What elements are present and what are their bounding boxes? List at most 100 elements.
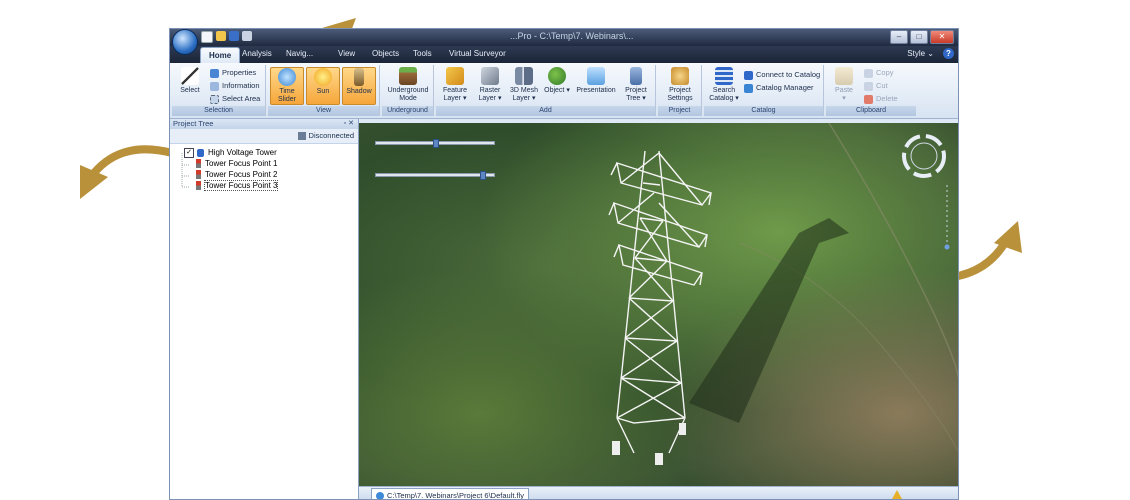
tab-home[interactable]: Home bbox=[200, 47, 241, 63]
raster-layer-button[interactable]: Raster Layer ▾ bbox=[475, 67, 505, 105]
window-title: ...Pro - C:\Temp\7. Webinars\... bbox=[510, 31, 634, 41]
properties-button[interactable]: Properties bbox=[210, 67, 256, 79]
catalog-manager-button[interactable]: Catalog Manager bbox=[744, 82, 814, 94]
open-folder-icon[interactable] bbox=[216, 31, 226, 41]
3d-viewport[interactable] bbox=[359, 123, 958, 486]
map-pin-icon bbox=[196, 170, 201, 180]
shadow-button[interactable]: Shadow bbox=[342, 67, 376, 105]
sun-icon bbox=[314, 68, 332, 86]
project-settings-label-1: Project bbox=[669, 87, 691, 94]
select-label: Select bbox=[180, 87, 200, 94]
map-pin-icon bbox=[196, 181, 201, 191]
tree-item-focus-point-3[interactable]: Tower Focus Point 3 bbox=[196, 180, 279, 191]
search-catalog-button[interactable]: Search Catalog ▾ bbox=[707, 67, 741, 105]
style-menu[interactable]: Style ⌄ bbox=[907, 49, 934, 58]
paste-label: Paste bbox=[835, 87, 853, 94]
information-button[interactable]: Information bbox=[210, 80, 260, 92]
group-label-clipboard: Clipboard bbox=[826, 106, 916, 116]
tree-item-high-voltage-tower[interactable]: ✓ High Voltage Tower bbox=[184, 148, 277, 158]
time-slider-thumb[interactable] bbox=[432, 139, 439, 148]
sun-label: Sun bbox=[316, 88, 330, 95]
secondary-slider-thumb[interactable] bbox=[479, 171, 486, 180]
tree-house-icon bbox=[548, 67, 566, 85]
feature-layer-label-1: Feature bbox=[442, 87, 468, 94]
group-label-project: Project bbox=[658, 106, 701, 116]
raster-layer-label-2: Layer bbox=[478, 95, 497, 102]
tab-analysis[interactable]: Analysis bbox=[242, 49, 272, 58]
presentation-button[interactable]: Presentation bbox=[573, 67, 619, 105]
server-icon bbox=[297, 132, 306, 141]
tab-objects[interactable]: Objects bbox=[372, 49, 399, 58]
raster-layer-label-1: Raster bbox=[479, 87, 501, 94]
close-button[interactable]: ✕ bbox=[930, 30, 954, 44]
feature-layer-button[interactable]: Feature Layer ▾ bbox=[439, 67, 471, 105]
navigation-compass-icon[interactable] bbox=[899, 131, 949, 181]
tree-item-label: Tower Focus Point 1 bbox=[205, 159, 278, 168]
quick-access-toolbar bbox=[201, 31, 252, 43]
globe-icon bbox=[376, 492, 384, 499]
group-label-selection: Selection bbox=[172, 106, 265, 116]
tab-view[interactable]: View bbox=[338, 49, 355, 58]
tab-navigation[interactable]: Navig... bbox=[286, 49, 313, 58]
project-tree-button[interactable]: Project Tree ▾ bbox=[621, 67, 651, 105]
tree-item-label: High Voltage Tower bbox=[208, 148, 277, 158]
connection-status-label: Disconnected bbox=[308, 131, 354, 140]
tree-item-focus-point-2[interactable]: Tower Focus Point 2 bbox=[196, 170, 277, 180]
maximize-button[interactable]: □ bbox=[910, 30, 928, 44]
properties-icon bbox=[210, 68, 219, 78]
mesh-layer-label-1: 3D Mesh bbox=[509, 87, 538, 94]
zoom-scale-icon[interactable] bbox=[941, 185, 953, 255]
search-catalog-label-2: Catalog bbox=[709, 95, 734, 102]
project-tree-label-2: Tree bbox=[626, 95, 641, 102]
app-menu-orb-icon[interactable] bbox=[172, 29, 198, 55]
cut-label: Cut bbox=[876, 81, 888, 90]
cut-button[interactable]: Cut bbox=[864, 80, 888, 92]
buildings-icon bbox=[515, 67, 533, 85]
help-icon[interactable]: ? bbox=[943, 48, 954, 59]
connect-catalog-button[interactable]: Connect to Catalog bbox=[744, 69, 820, 81]
document-tab[interactable]: C:\Temp\7. Webinars\Project 6\Default.fl… bbox=[371, 488, 529, 500]
connection-status[interactable]: Disconnected bbox=[297, 131, 354, 141]
select-area-button[interactable]: Select Area bbox=[210, 93, 260, 105]
save-icon[interactable] bbox=[229, 31, 239, 41]
tab-virtual-surveyor[interactable]: Virtual Surveyor bbox=[449, 49, 506, 58]
warning-icon[interactable] bbox=[892, 490, 902, 499]
select-button[interactable]: Select bbox=[176, 67, 204, 105]
ribbon-tabs: Home Analysis Navig... View Objects Tool… bbox=[170, 46, 958, 63]
sun-button[interactable]: Sun bbox=[306, 67, 340, 105]
time-slider-track[interactable] bbox=[375, 139, 495, 148]
cursor-icon bbox=[181, 67, 199, 85]
group-underground: Underground Mode Underground bbox=[382, 65, 434, 116]
mesh-layer-button[interactable]: 3D Mesh Layer ▾ bbox=[507, 67, 541, 105]
tree-item-focus-point-1[interactable]: Tower Focus Point 1 bbox=[196, 159, 277, 169]
object-label: Object bbox=[544, 87, 565, 94]
settings-icon bbox=[671, 67, 689, 85]
status-bar: C:\Temp\7. Webinars\Project 6\Default.fl… bbox=[359, 486, 958, 500]
document-path: C:\Temp\7. Webinars\Project 6\Default.fl… bbox=[387, 491, 524, 500]
new-file-icon[interactable] bbox=[201, 31, 213, 43]
layer-checkbox[interactable]: ✓ bbox=[184, 148, 194, 158]
tab-tools[interactable]: Tools bbox=[413, 49, 432, 58]
project-settings-button[interactable]: Project Settings bbox=[661, 67, 699, 105]
copy-button[interactable]: Copy bbox=[864, 67, 894, 79]
object-button[interactable]: Object ▾ bbox=[544, 67, 570, 105]
properties-label: Properties bbox=[222, 68, 257, 77]
underground-mode-button[interactable]: Underground Mode bbox=[385, 67, 431, 105]
shadow-label: Shadow bbox=[346, 88, 372, 95]
minimize-button[interactable]: – bbox=[890, 30, 908, 44]
presentation-label: Presentation bbox=[576, 87, 616, 94]
clock-icon bbox=[278, 68, 296, 86]
information-icon bbox=[210, 81, 219, 91]
undo-icon[interactable] bbox=[242, 31, 252, 41]
mesh-layer-label-2: Layer bbox=[512, 95, 531, 102]
delete-button[interactable]: Delete bbox=[864, 93, 898, 105]
title-bar: ...Pro - C:\Temp\7. Webinars\... – □ ✕ bbox=[170, 29, 958, 46]
feature-layer-label-2: Layer bbox=[443, 95, 462, 102]
time-slider-button[interactable]: Time Slider bbox=[270, 67, 304, 105]
panel-pin-close-icon[interactable]: ▫ ✕ bbox=[344, 119, 354, 129]
tree-item-label: Tower Focus Point 3 bbox=[203, 180, 279, 191]
secondary-slider-track[interactable] bbox=[375, 171, 495, 180]
project-tree-header: Project Tree ▫ ✕ bbox=[170, 119, 358, 129]
underground-icon bbox=[399, 67, 417, 85]
paste-button[interactable]: Paste ▾ bbox=[829, 67, 859, 105]
